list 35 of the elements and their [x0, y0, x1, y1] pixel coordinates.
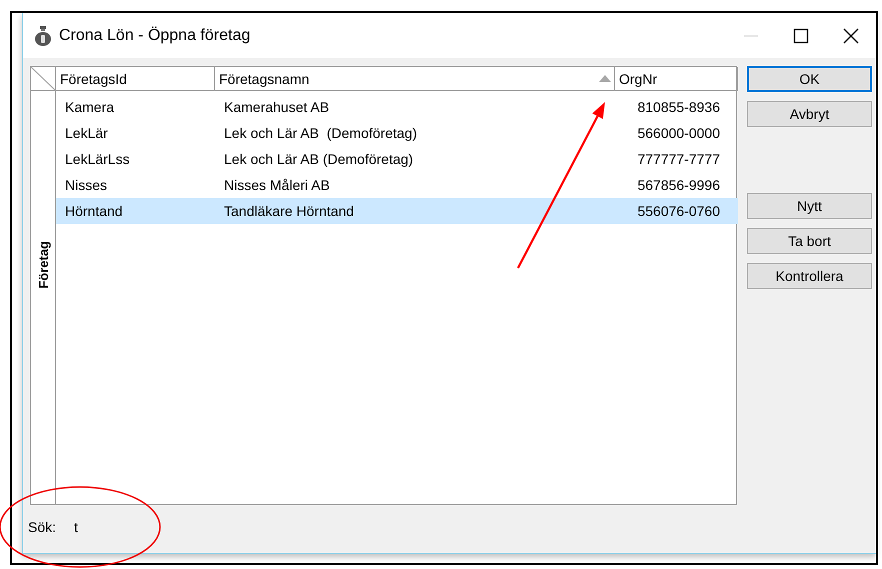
column-header[interactable]: OrgNr [615, 67, 738, 90]
window-title: Crona Lön - Öppna företag [59, 26, 252, 44]
search-label: Sök: [28, 519, 56, 535]
table-row[interactable]: LekLär Lek och Lär AB (Demoföretag) 566000-0000 [56, 120, 738, 146]
column-header[interactable]: Företagsnamn [215, 67, 615, 90]
table-row[interactable]: Kamera Kamerahuset AB 810855-8936 [56, 94, 738, 120]
close-icon[interactable] [843, 28, 859, 44]
table-cell-text: LekLärLss [64, 151, 131, 167]
table-cell-text: LekLär [64, 125, 109, 141]
table-cell-text: Lek och Lär AB (Demoföretag) [223, 125, 418, 141]
table-cell-text: 777777-7777 [636, 151, 721, 167]
table-cell-text: 810855-8936 [636, 99, 721, 115]
table-cell-text: Kamerahuset AB [223, 99, 330, 115]
table-row[interactable]: LekLärLss Lek och Lär AB (Demoföretag) 777777-7777 [56, 146, 738, 172]
table-cell-text: Hörntand [64, 203, 124, 219]
cancel-button[interactable]: Avbryt [747, 101, 872, 127]
table-cell-text: 556076-0760 [636, 203, 721, 219]
new-button[interactable]: Nytt [747, 193, 872, 219]
maximize-icon[interactable] [793, 28, 809, 44]
delete-button[interactable]: Ta bort [747, 228, 872, 254]
search-field[interactable]: t [74, 519, 78, 535]
ok-button[interactable]: OK [747, 66, 872, 92]
table-cell-text: Kamera [64, 99, 116, 115]
table-cell-text: 566000-0000 [636, 125, 721, 141]
check-button[interactable]: Kontrollera [747, 263, 872, 289]
table-row[interactable]: Hörntand Tandläkare Hörntand 556076-0760 [56, 198, 738, 224]
table-cell-text: Nisses [64, 177, 108, 193]
money-bag-icon [35, 26, 51, 46]
table-cell-text: 567856-9996 [636, 177, 721, 193]
table-cell-text: Lek och Lär AB (Demoföretag) [223, 151, 414, 167]
table-cell-text: Tandläkare Hörntand [223, 203, 355, 219]
table-cell-text: Nisses Måleri AB [223, 177, 331, 193]
table-row[interactable]: Nisses Nisses Måleri AB 567856-9996 [56, 172, 738, 198]
column-header[interactable]: FöretagsId [56, 67, 215, 90]
side-tab[interactable]: Företag [36, 241, 50, 289]
